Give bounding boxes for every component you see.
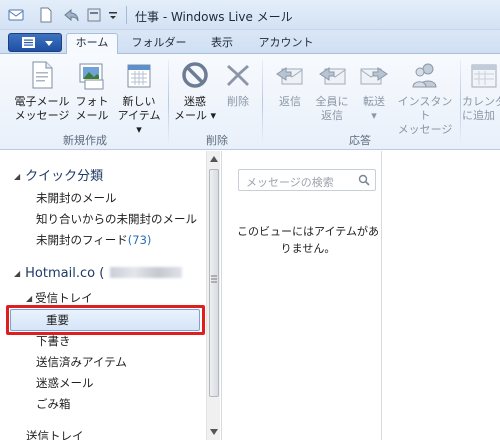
tab-account[interactable]: アカウント: [254, 34, 318, 54]
chevron-down-icon: [45, 41, 53, 46]
delete-label: 削除: [227, 95, 249, 108]
reply-label: 返信: [279, 95, 301, 108]
ribbon: 電子メール メッセージ フォト メール 新しい アイテム ▾ 新規作成 迷惑 メ…: [0, 54, 500, 150]
app-menu-icon: [22, 37, 35, 48]
ribbon-separator: [262, 60, 263, 144]
new-document-icon[interactable]: [38, 7, 54, 23]
tab-home[interactable]: ホーム: [66, 33, 118, 55]
reply-all-label-2: 返信: [321, 109, 343, 122]
delete-button[interactable]: 削除: [218, 60, 258, 109]
instant-message-icon: [412, 63, 437, 88]
folder-deleted[interactable]: ごみ箱: [36, 396, 71, 412]
folder-sent[interactable]: 送信済みアイテム: [36, 354, 127, 370]
title-bar: 仕事 - Windows Live メール: [0, 0, 500, 30]
folder-junk[interactable]: 迷惑メール: [36, 375, 94, 391]
empty-view-message: このビューにはアイテムがありません。: [237, 225, 379, 255]
add-to-calendar-button[interactable]: カレンダ に追加: [462, 60, 500, 123]
search-placeholder: メッセージの検索: [246, 176, 334, 189]
new-email-icon: [32, 61, 53, 89]
group-label-new: 新規作成: [63, 134, 107, 147]
scrollbar-thumb[interactable]: [209, 169, 219, 397]
expand-triangle-icon[interactable]: ◢: [14, 269, 20, 278]
grip-icon: [211, 275, 217, 283]
folder-scrollbar[interactable]: [206, 151, 220, 440]
photo-email-label-1: フォト: [75, 95, 109, 108]
junk-button[interactable]: 迷惑 メール ▾: [172, 60, 218, 123]
calendar-label-2: に追加: [462, 109, 495, 122]
reply-all-icon: [319, 67, 346, 85]
folder-pane: ◢ クイック分類 未開封のメール 知り合いからの未開封のメール 未開封のフィード(…: [0, 151, 206, 440]
reading-pane: [381, 151, 500, 440]
new-item-button[interactable]: 新しい アイテム ▾: [114, 60, 164, 137]
account-name: Hotmail.co (: [25, 266, 105, 281]
quick-views-header[interactable]: ◢ クイック分類: [14, 165, 103, 184]
app-menu-button[interactable]: [8, 33, 62, 52]
scroll-down-icon[interactable]: [210, 429, 218, 435]
reply-icon: [276, 67, 303, 85]
customize-dropdown-icon[interactable]: [108, 7, 118, 23]
tab-view[interactable]: 表示: [200, 34, 244, 54]
calendar-icon: [471, 64, 497, 88]
account-header[interactable]: ◢ Hotmail.co (: [14, 266, 183, 281]
ribbon-separator: [168, 60, 169, 144]
folder-drafts[interactable]: 下書き: [36, 333, 71, 349]
reply-button[interactable]: 返信: [268, 60, 312, 109]
message-list-pane: メッセージの検索 このビューにはアイテムがありません。: [221, 151, 381, 440]
folder-unread-mail[interactable]: 未開封のメール: [36, 190, 117, 206]
reply-all-label-1: 全員に: [315, 95, 349, 108]
junk-icon: [182, 62, 208, 88]
search-icon[interactable]: [358, 174, 370, 186]
reply-all-button[interactable]: 全員に 返信: [312, 60, 352, 123]
calendar-label-1: カレンダ: [462, 95, 500, 108]
redacted-address: [110, 267, 183, 278]
forward-icon: [360, 67, 388, 85]
group-label-respond: 応答: [349, 134, 371, 147]
junk-label-2: メール ▾: [173, 109, 217, 122]
photo-email-button[interactable]: フォト メール: [72, 60, 112, 123]
forward-label-1: 転送: [363, 95, 385, 108]
quick-views-label: クイック分類: [25, 169, 104, 184]
reply-quick-icon[interactable]: [62, 7, 80, 23]
new-item-icon: [127, 64, 151, 88]
ribbon-tab-strip: ホーム フォルダー 表示 アカウント: [0, 30, 500, 55]
expand-triangle-icon[interactable]: ◢: [26, 294, 32, 303]
folder-inbox[interactable]: ◢ 受信トレイ: [26, 290, 93, 306]
ribbon-separator: [460, 60, 461, 144]
group-label-delete: 削除: [206, 134, 228, 147]
folder-outbox[interactable]: 送信トレイ: [26, 428, 84, 440]
title-separator: [126, 6, 127, 24]
forward-button[interactable]: 転送 ▾: [354, 60, 394, 123]
folder-unread-contacts[interactable]: 知り合いからの未開封のメール: [36, 211, 197, 227]
new-email-label-1: 電子メール: [14, 95, 70, 108]
tab-folder[interactable]: フォルダー: [128, 34, 190, 54]
expand-triangle-icon[interactable]: ◢: [14, 172, 20, 181]
message-search-input[interactable]: メッセージの検索: [238, 169, 376, 191]
delete-x-icon: [227, 65, 249, 86]
junk-label-1: 迷惑: [184, 95, 206, 108]
inbox-label: 受信トレイ: [35, 291, 93, 305]
scroll-up-icon[interactable]: [210, 156, 218, 162]
new-email-button[interactable]: 電子メール メッセージ: [10, 60, 74, 123]
photo-email-icon: [79, 63, 104, 90]
annotation-highlight-box: [6, 305, 205, 335]
send-receive-icon[interactable]: [86, 7, 102, 23]
photo-email-label-2: メール: [75, 109, 109, 122]
mail-app-icon[interactable]: [8, 7, 24, 23]
instant-message-button[interactable]: インスタント メッセージ: [394, 60, 456, 137]
folder-unread-feeds[interactable]: 未開封のフィード(73): [36, 232, 151, 248]
window-title: 仕事 - Windows Live メール: [135, 10, 293, 24]
unread-feeds-label: 未開封のフィード: [36, 233, 128, 247]
instant-message-label-1: インスタント: [397, 95, 453, 122]
forward-label-2: ▾: [371, 109, 377, 122]
new-email-label-2: メッセージ: [14, 109, 70, 122]
new-item-label-1: 新しい: [122, 95, 156, 108]
unread-feeds-count: (73): [127, 233, 152, 247]
